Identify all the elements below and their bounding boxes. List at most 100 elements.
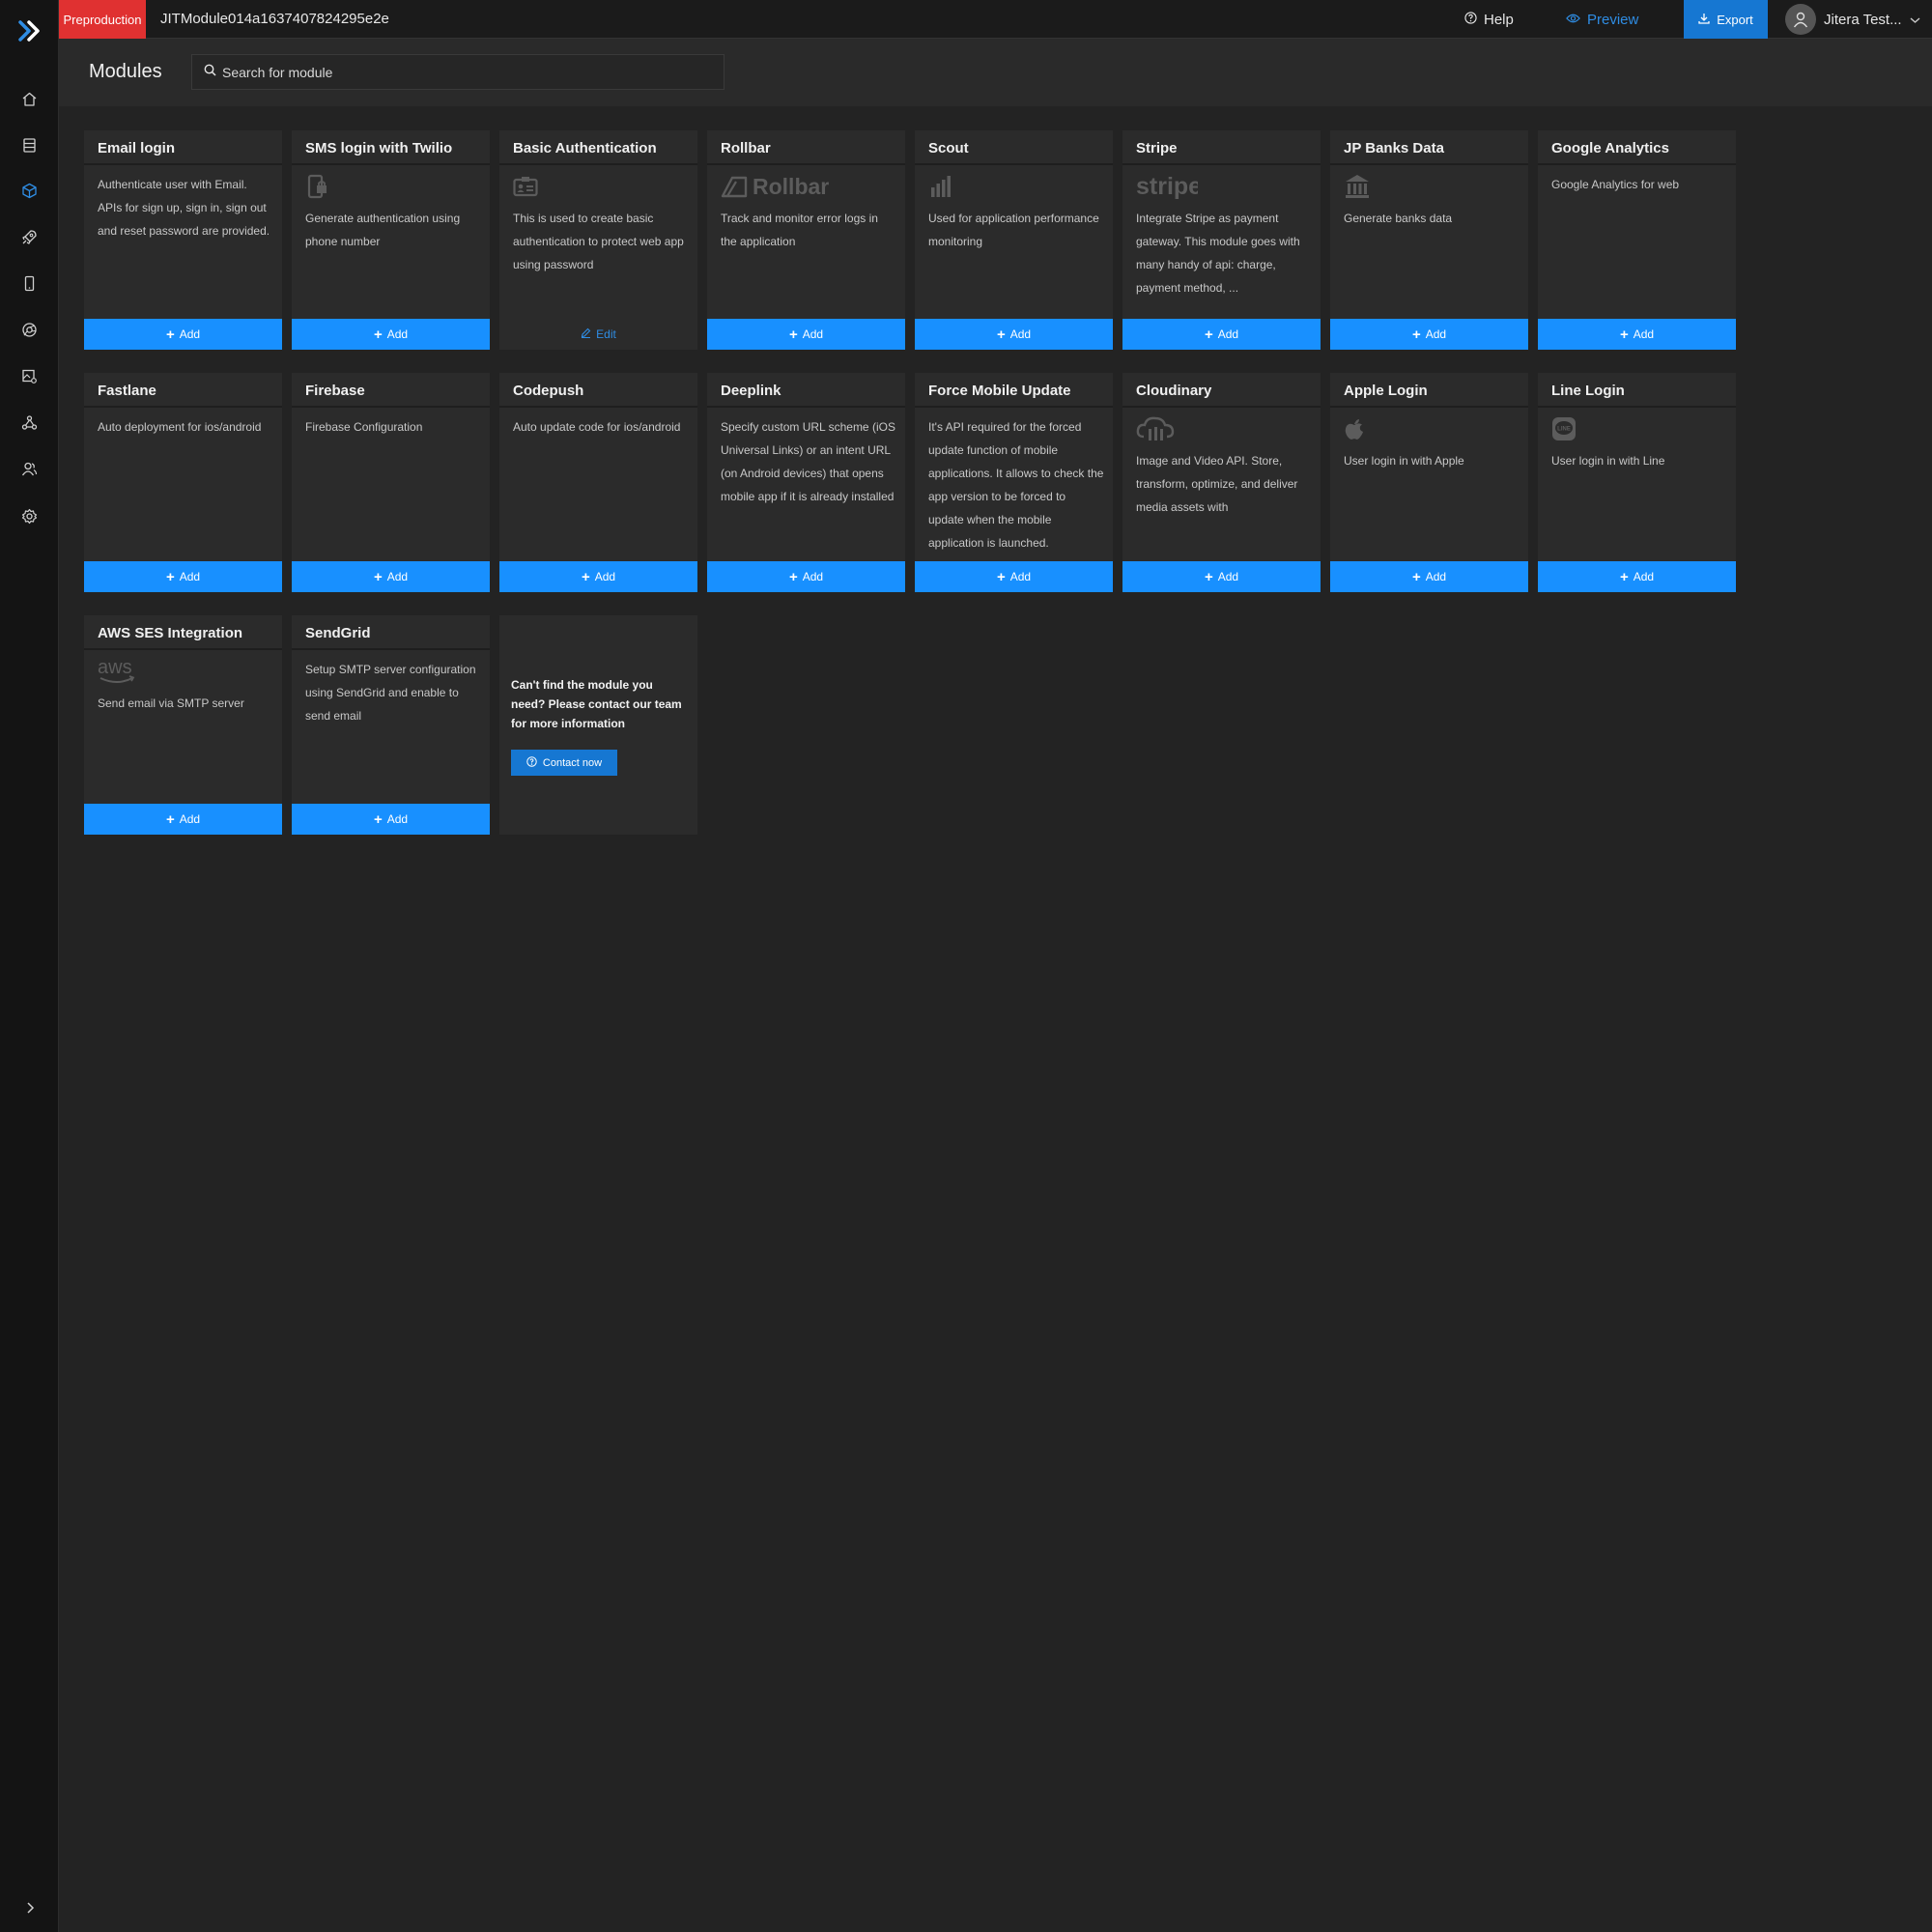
add-module-button[interactable]: + Add xyxy=(1330,561,1528,592)
module-description: User login in with Line xyxy=(1551,454,1665,468)
add-module-button[interactable]: + Add xyxy=(84,804,282,835)
module-description: Image and Video API. Store, transform, o… xyxy=(1136,454,1298,514)
svg-text:Rollbar: Rollbar xyxy=(753,174,829,199)
apple-icon xyxy=(1344,416,1365,441)
add-module-button[interactable]: + Add xyxy=(915,319,1113,350)
app-logo[interactable] xyxy=(15,19,44,43)
plus-icon: + xyxy=(1411,568,1421,585)
add-module-button[interactable]: + Add xyxy=(499,561,697,592)
page-header: Modules xyxy=(59,39,1932,106)
module-description: Generate authentication using phone numb… xyxy=(305,212,461,248)
add-module-button[interactable]: + Add xyxy=(1538,561,1736,592)
help-button[interactable]: Help xyxy=(1464,0,1514,39)
sidebar-item-settings[interactable] xyxy=(0,499,59,538)
expand-sidebar-icon[interactable] xyxy=(0,1889,59,1927)
module-card-deeplink: Deeplink Specify custom URL scheme (iOS U… xyxy=(707,373,905,592)
action-label: Add xyxy=(802,570,824,583)
search-box[interactable] xyxy=(191,54,724,90)
action-label: Add xyxy=(1425,327,1447,341)
plus-icon: + xyxy=(165,810,175,828)
module-description: Auto update code for ios/android xyxy=(513,420,681,434)
sidebar-item-modules[interactable] xyxy=(0,174,59,213)
module-title: SMS login with Twilio xyxy=(305,140,453,156)
sidebar-item-home[interactable] xyxy=(0,82,59,121)
plus-icon: + xyxy=(788,326,798,343)
modules-icon xyxy=(21,183,38,204)
contact-now-button[interactable]: Contact now xyxy=(511,750,617,776)
preview-button[interactable]: Preview xyxy=(1566,0,1638,39)
add-module-button[interactable]: + Add xyxy=(1538,319,1736,350)
divider xyxy=(1330,163,1528,165)
plus-icon: + xyxy=(788,568,798,585)
svg-text:LINE: LINE xyxy=(1557,427,1571,433)
sidebar-item-rocket[interactable] xyxy=(0,220,59,259)
search-input[interactable] xyxy=(222,64,705,80)
add-module-button[interactable]: + Add xyxy=(915,561,1113,592)
plus-icon: + xyxy=(1204,568,1213,585)
divider xyxy=(1538,163,1736,165)
image-settings-icon xyxy=(21,368,38,389)
sidebar-item-image-settings[interactable] xyxy=(0,359,59,398)
divider xyxy=(84,163,282,165)
module-title: Deeplink xyxy=(721,383,781,399)
add-module-button[interactable]: + Add xyxy=(84,319,282,350)
help-label: Help xyxy=(1484,11,1514,28)
action-label: Add xyxy=(1009,570,1032,583)
add-module-button[interactable]: + Add xyxy=(292,561,490,592)
add-module-button[interactable]: + Add xyxy=(84,561,282,592)
action-label: Add xyxy=(1217,570,1239,583)
bank-icon xyxy=(1344,174,1371,199)
module-title: Codepush xyxy=(513,383,584,399)
divider xyxy=(499,163,697,165)
action-label: Add xyxy=(1009,327,1032,341)
module-card-sms-login-with-twilio: SMS login with Twilio Generate authentica… xyxy=(292,130,490,350)
module-description: Firebase Configuration xyxy=(305,420,423,434)
module-description: It's API required for the forced update … xyxy=(928,420,1104,550)
module-card-force-mobile-update: Force Mobile Update It's API required for… xyxy=(915,373,1113,592)
module-card-stripe: Stripe stripe Integrate Stripe as payment … xyxy=(1122,130,1321,350)
preview-label: Preview xyxy=(1587,11,1639,28)
module-card-line-login: Line Login LINE User login in with Line + Ad… xyxy=(1538,373,1736,592)
user-menu[interactable]: Jitera Test... xyxy=(1785,0,1920,39)
module-title: Apple Login xyxy=(1344,383,1428,399)
plus-icon: + xyxy=(373,810,383,828)
add-module-button[interactable]: + Add xyxy=(707,319,905,350)
question-circle-icon xyxy=(526,755,537,770)
module-title: Cloudinary xyxy=(1136,383,1212,399)
line-icon: LINE xyxy=(1551,416,1577,441)
avatar xyxy=(1785,4,1816,35)
edit-module-button[interactable]: Edit xyxy=(499,319,697,350)
divider xyxy=(1538,406,1736,408)
page-title: Modules xyxy=(89,61,162,82)
action-label: Add xyxy=(1633,570,1655,583)
module-title: JP Banks Data xyxy=(1344,140,1444,156)
add-module-button[interactable]: + Add xyxy=(292,319,490,350)
export-button[interactable]: Export xyxy=(1684,0,1768,39)
module-card-rollbar: Rollbar Rollbar Track and monitor error lo… xyxy=(707,130,905,350)
divider xyxy=(84,648,282,650)
divider xyxy=(292,163,490,165)
divider xyxy=(292,648,490,650)
sidebar-item-mobile[interactable] xyxy=(0,267,59,305)
add-module-button[interactable]: + Add xyxy=(707,561,905,592)
add-module-button[interactable]: + Add xyxy=(1122,561,1321,592)
sidebar-item-webhook[interactable] xyxy=(0,406,59,444)
top-bar: Preproduction JITModule014a1637407824295… xyxy=(59,0,1932,39)
divider xyxy=(292,406,490,408)
sidebar-item-team[interactable] xyxy=(0,452,59,491)
sidebar-item-browser[interactable] xyxy=(0,313,59,352)
divider xyxy=(84,406,282,408)
plus-icon: + xyxy=(581,568,590,585)
add-module-button[interactable]: + Add xyxy=(292,804,490,835)
environment-badge[interactable]: Preproduction xyxy=(59,0,146,39)
plus-icon: + xyxy=(165,326,175,343)
add-module-button[interactable]: + Add xyxy=(1330,319,1528,350)
action-label: Add xyxy=(179,570,201,583)
contact-button-label: Contact now xyxy=(542,756,603,769)
database-icon xyxy=(21,137,38,158)
module-title: Basic Authentication xyxy=(513,140,657,156)
action-label: Add xyxy=(386,812,409,826)
sidebar-item-database[interactable] xyxy=(0,128,59,167)
action-label: Add xyxy=(1633,327,1655,341)
add-module-button[interactable]: + Add xyxy=(1122,319,1321,350)
